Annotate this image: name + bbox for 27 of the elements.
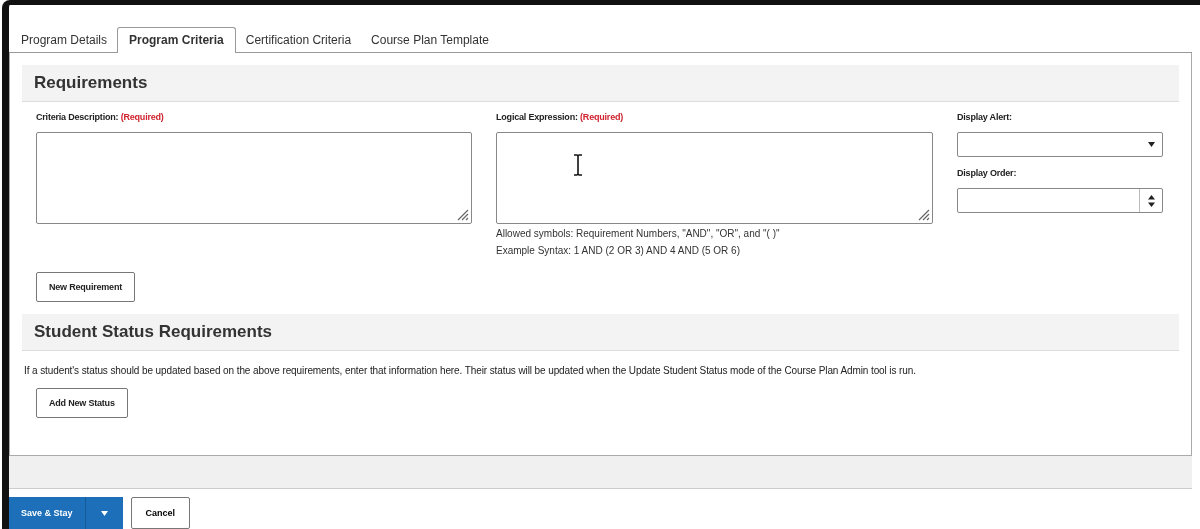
field-label: Display Alert: xyxy=(957,112,1013,122)
field-label: Logical Expression: (Required) xyxy=(496,112,625,122)
caret-icon xyxy=(1148,142,1155,147)
resize-grip-icon[interactable] xyxy=(918,209,930,221)
section-header: Student Status Requirements xyxy=(22,314,1179,351)
add-new-status-button[interactable]: Add New Status xyxy=(36,388,128,418)
tab[interactable]: Program Criteria xyxy=(117,27,236,53)
description-text: If a student's status should be updated based on the above requirements, enter that information here. Their status will be updated when the Update Student Status mode of the Course Plan Admin tool is run. xyxy=(24,365,917,376)
help-text: Allowed symbols: Requirement Numbers, "AND", "OR", and "( )" xyxy=(496,227,781,241)
section-header: Requirements xyxy=(22,65,1179,102)
display-alert-dropdown[interactable] xyxy=(957,132,1163,157)
spinner-arrows-icon[interactable] xyxy=(1147,194,1155,207)
resize-grip-icon[interactable] xyxy=(457,209,469,221)
field-label: Criteria Description: (Required) xyxy=(36,112,165,122)
cancel-button[interactable]: Cancel xyxy=(130,497,191,529)
criteria-description-field[interactable] xyxy=(36,132,472,224)
tab[interactable]: Program Details xyxy=(11,27,118,53)
display-order-field[interactable] xyxy=(957,188,1163,213)
tab[interactable]: Certification Criteria xyxy=(235,27,362,53)
save-button[interactable]: Save & Stay xyxy=(9,497,85,529)
tab[interactable]: Course Plan Template xyxy=(361,27,499,53)
caret-icon xyxy=(100,510,108,516)
help-text: Example Syntax: 1 AND (2 OR 3) AND 4 AND (5 OR 6) xyxy=(496,244,741,258)
text-cursor-icon xyxy=(573,154,583,176)
field-label: Display Order: xyxy=(957,168,1018,178)
logical-expression-field[interactable] xyxy=(496,132,933,224)
new-requirement-button[interactable]: New Requirement xyxy=(36,272,136,302)
